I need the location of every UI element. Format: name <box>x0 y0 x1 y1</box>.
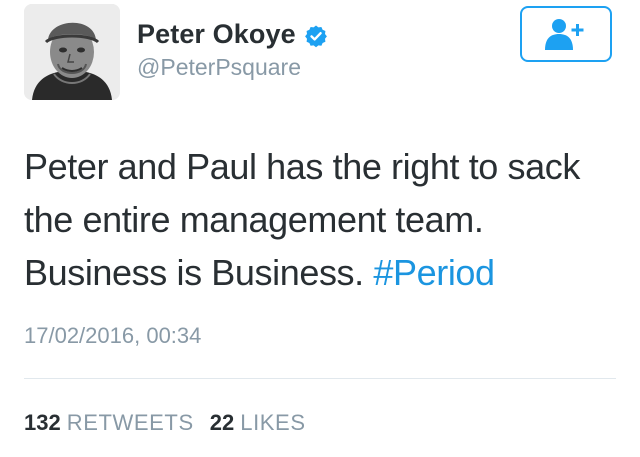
tweet-stats: 132 RETWEETS 22 LIKES <box>24 410 306 436</box>
likes-label: LIKES <box>240 410 306 435</box>
name-row: Peter Okoye <box>137 19 328 50</box>
user-handle[interactable]: @PeterPsquare <box>137 54 301 81</box>
tweet-card: Peter Okoye @PeterPsquare Peter and Paul… <box>0 0 640 457</box>
likes-stat[interactable]: 22 LIKES <box>210 410 306 436</box>
retweets-count: 132 <box>24 410 61 435</box>
verified-badge-icon <box>304 24 328 48</box>
hashtag-link[interactable]: #Period <box>373 252 495 293</box>
add-user-icon <box>545 19 584 50</box>
tweet-text: Peter and Paul has the right to sack the… <box>24 140 624 299</box>
avatar-image <box>24 4 120 100</box>
retweets-stat[interactable]: 132 RETWEETS <box>24 410 194 436</box>
display-name[interactable]: Peter Okoye <box>137 19 296 50</box>
avatar[interactable] <box>24 4 120 100</box>
tweet-timestamp[interactable]: 17/02/2016, 00:34 <box>24 323 201 349</box>
follow-button[interactable] <box>520 6 612 62</box>
tweet-body: Peter and Paul has the right to sack the… <box>24 146 580 293</box>
retweets-label: RETWEETS <box>66 410 194 435</box>
divider <box>24 378 616 379</box>
likes-count: 22 <box>209 410 235 435</box>
